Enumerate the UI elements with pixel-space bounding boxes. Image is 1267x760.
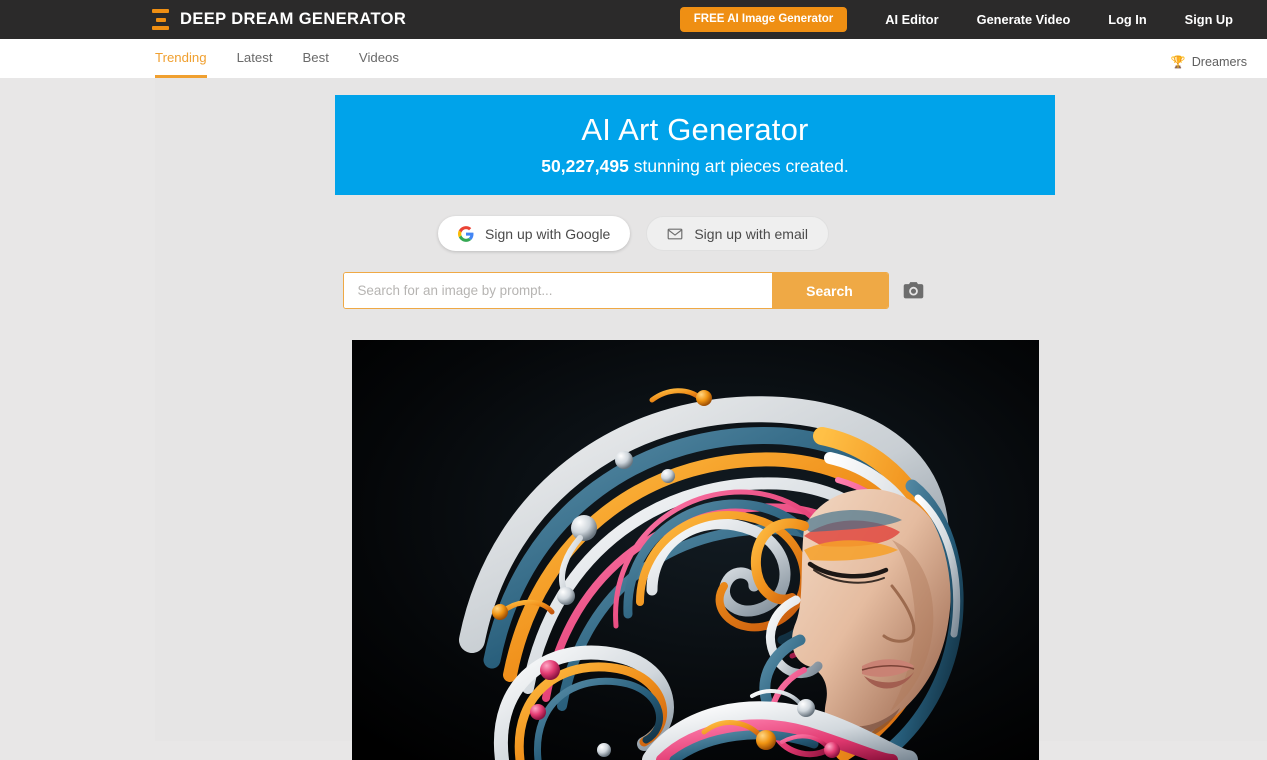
hero-subtitle: 50,227,495 stunning art pieces created. — [541, 156, 848, 177]
brand-logo[interactable]: DEEP DREAM GENERATOR — [152, 0, 406, 39]
dreamers-label: Dreamers — [1191, 55, 1247, 69]
nav-link-ai-editor[interactable]: AI Editor — [885, 12, 938, 27]
google-g-icon — [458, 225, 474, 242]
signup-button-row: Sign up with Google Sign up with email — [0, 216, 1267, 251]
nav-link-log-in[interactable]: Log In — [1108, 12, 1146, 27]
search-row: Search — [0, 272, 1267, 309]
nav-link-sign-up[interactable]: Sign Up — [1185, 12, 1233, 27]
sign-up-with-email-label: Sign up with email — [694, 225, 808, 242]
free-ai-image-generator-button[interactable]: FREE AI Image Generator — [679, 6, 848, 33]
sign-up-with-google-button[interactable]: Sign up with Google — [438, 216, 631, 251]
page-title: AI Art Generator — [581, 111, 809, 147]
tab-latest[interactable]: Latest — [237, 50, 273, 78]
nav-link-generate-video[interactable]: Generate Video — [977, 12, 1071, 27]
tab-trending[interactable]: Trending — [155, 50, 207, 78]
camera-search-button[interactable] — [903, 280, 925, 302]
subnav-tabs: Trending Latest Best Videos — [155, 39, 429, 78]
envelope-icon — [667, 228, 683, 239]
sign-up-with-email-button[interactable]: Sign up with email — [646, 216, 829, 251]
featured-artwork[interactable] — [352, 340, 1039, 760]
trophy-icon: 🏆 — [1170, 55, 1186, 69]
hero-banner: AI Art Generator 50,227,495 stunning art… — [335, 95, 1055, 195]
artwork-image — [352, 340, 1039, 760]
secondary-navigation-bar: Trending Latest Best Videos 🏆 Dreamers — [0, 39, 1267, 78]
brand-title: DEEP DREAM GENERATOR — [180, 10, 407, 28]
search-button[interactable]: Search — [771, 273, 888, 308]
art-pieces-count: 50,227,495 — [541, 156, 629, 177]
sign-up-with-google-label: Sign up with Google — [485, 225, 611, 242]
dreamers-link[interactable]: 🏆 Dreamers — [1171, 55, 1247, 69]
search-box: Search — [342, 272, 889, 309]
tab-videos[interactable]: Videos — [359, 50, 399, 78]
top-header-bar: DEEP DREAM GENERATOR FREE AI Image Gener… — [0, 0, 1267, 39]
camera-icon — [903, 282, 924, 299]
hero-subtitle-text: stunning art pieces created. — [628, 156, 849, 177]
search-input[interactable] — [343, 273, 772, 308]
hourglass-logo-icon — [152, 9, 169, 30]
top-navigation: FREE AI Image Generator AI Editor Genera… — [644, 0, 1267, 39]
tab-best[interactable]: Best — [303, 50, 329, 78]
